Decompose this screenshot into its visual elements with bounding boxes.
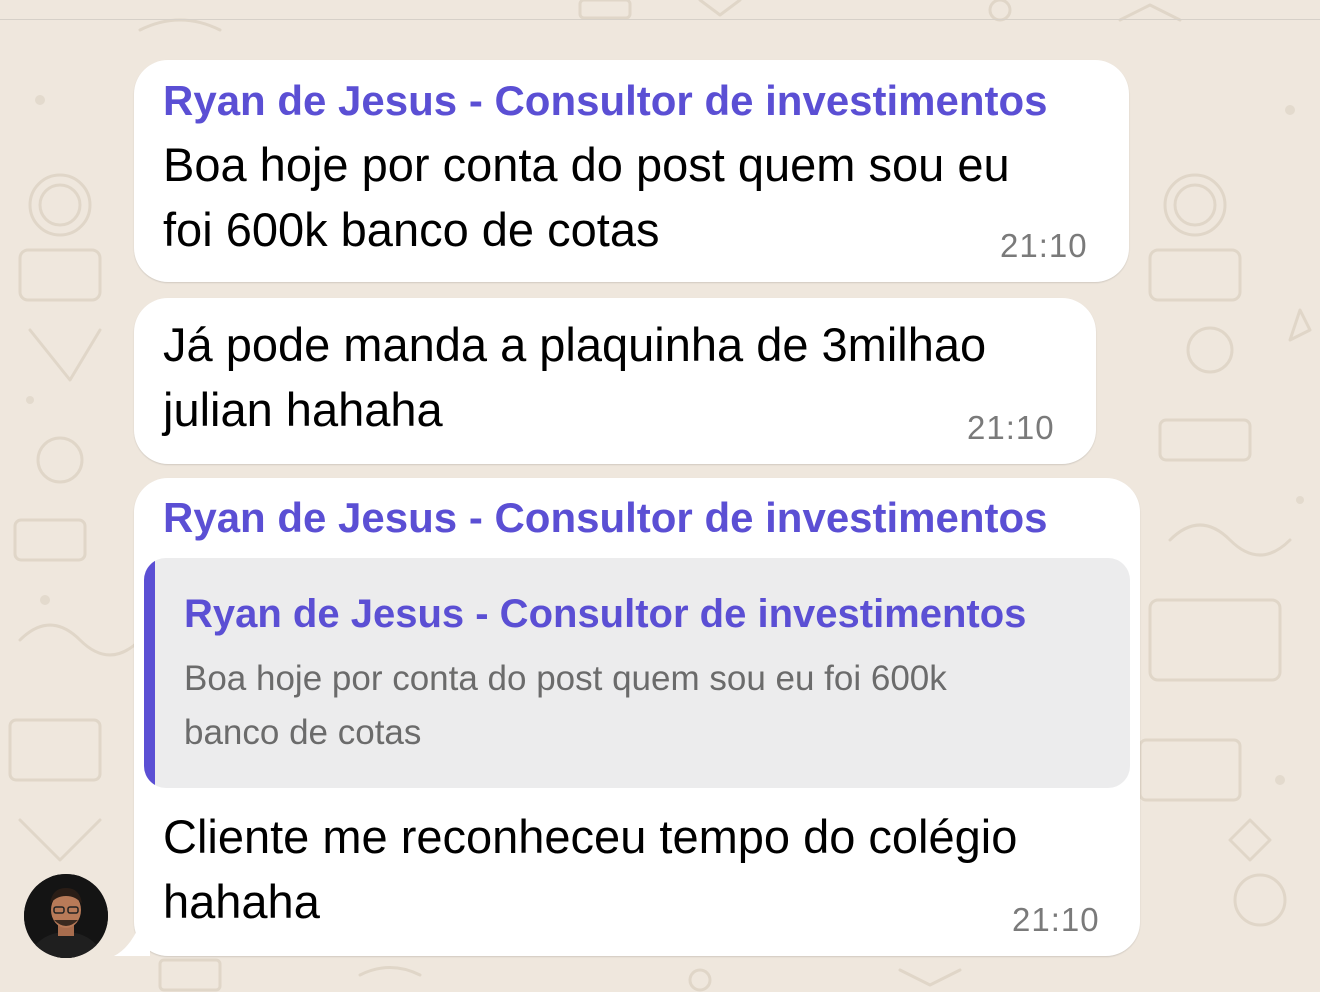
message-text-line: Cliente me reconheceu tempo do colégio	[163, 810, 1018, 863]
message-bubble[interactable]: Ryan de Jesus - Consultor de investiment…	[134, 60, 1129, 282]
message-bubble[interactable]: Já pode manda a plaquinha de 3milhao jul…	[134, 298, 1096, 464]
message-text-line: foi 600k banco de cotas	[163, 203, 660, 256]
reply-text-line: Boa hoje por conta do post quem sou eu f…	[184, 659, 947, 698]
message-text-line: Boa hoje por conta do post quem sou eu	[163, 138, 1010, 191]
sender-avatar-icon[interactable]	[24, 874, 108, 958]
reply-quote[interactable]: Ryan de Jesus - Consultor de investiment…	[144, 558, 1130, 788]
message-text-line: hahaha	[163, 875, 320, 928]
reply-text-line: banco de cotas	[184, 713, 422, 752]
reply-quote-bar	[144, 558, 155, 788]
sender-name[interactable]: Ryan de Jesus - Consultor de investiment…	[163, 493, 1048, 543]
avatar-portrait	[24, 874, 108, 958]
message-text-line: julian hahaha	[163, 383, 443, 436]
message-timestamp: 21:10	[967, 409, 1055, 446]
message-timestamp: 21:10	[1000, 227, 1088, 264]
message-bubble[interactable]: Ryan de Jesus - Consultor de investiment…	[134, 478, 1140, 956]
top-divider	[0, 19, 1320, 20]
message-timestamp: 21:10	[1012, 901, 1100, 938]
reply-sender-name: Ryan de Jesus - Consultor de investiment…	[184, 592, 1027, 636]
sender-name[interactable]: Ryan de Jesus - Consultor de investiment…	[163, 76, 1048, 126]
bubble-tail	[114, 920, 150, 956]
message-text-line: Já pode manda a plaquinha de 3milhao	[163, 318, 987, 371]
